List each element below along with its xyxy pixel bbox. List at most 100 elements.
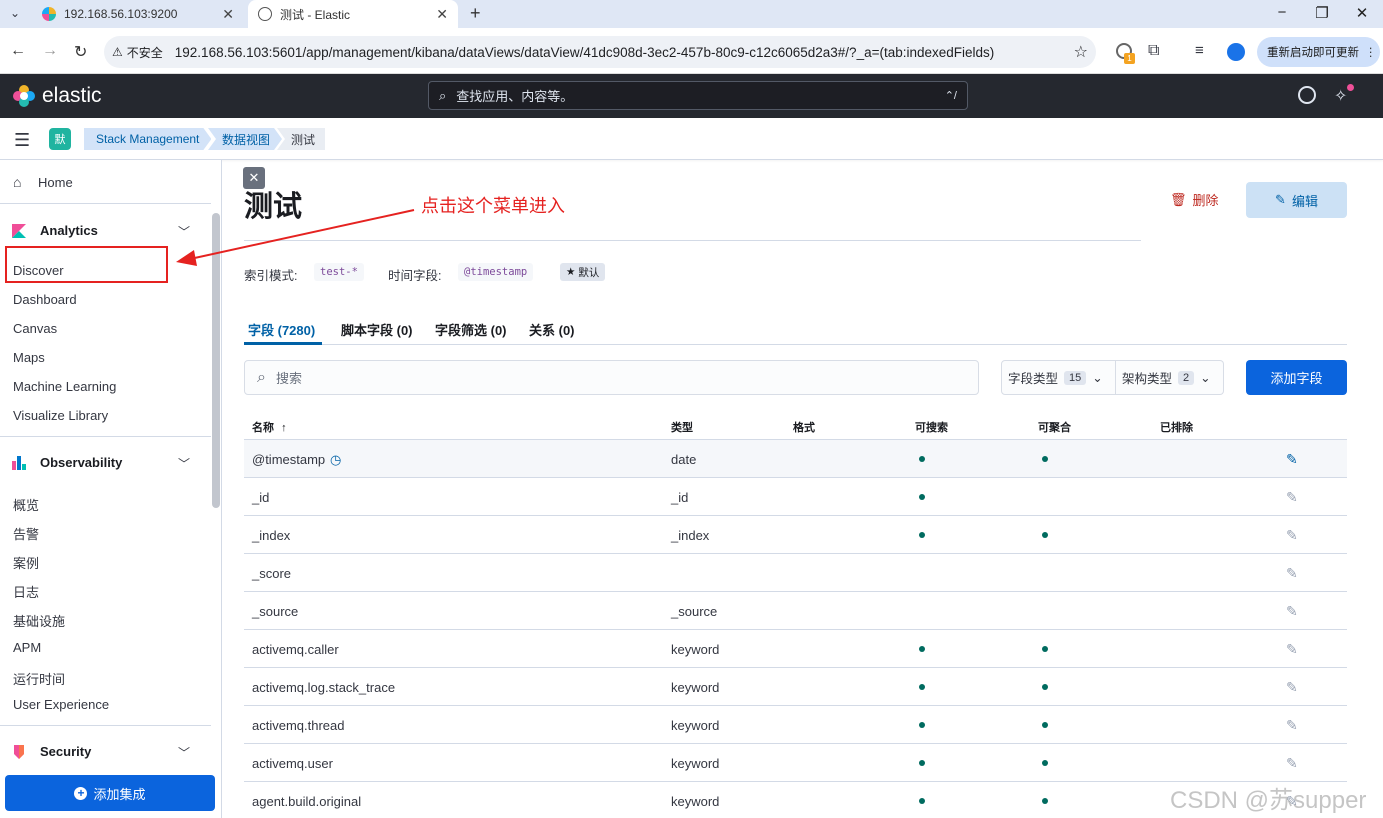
trash-icon: 🗑 [1170,191,1187,207]
star-icon: ★ [566,266,576,278]
new-tab-icon[interactable]: + [470,3,481,24]
edit-field-pencil-icon[interactable]: ✎ [1286,679,1298,696]
browser-tab-1[interactable]: 192.168.56.103:9200 ✕ [32,0,244,28]
space-avatar[interactable]: 默 [49,128,71,150]
nav-home[interactable]: Home [38,175,73,190]
annotation-text: 点击这个菜单进入 [421,196,565,216]
delete-button[interactable]: 🗑 删除 [1170,190,1219,209]
bookmark-star-icon[interactable]: ☆ [1074,42,1088,62]
url-text[interactable]: 192.168.56.103:5601/app/management/kiban… [175,45,995,60]
searchable-indicator [919,798,925,804]
tab-field-filters[interactable]: 字段筛选 (0) [435,320,507,339]
nav-item-alerts[interactable]: 告警 [13,524,39,543]
edit-button[interactable]: ✎ 编辑 [1246,182,1347,218]
nav-item-canvas[interactable]: Canvas [13,321,57,336]
clock-icon: ◷ [330,452,342,467]
column-header-format: 格式 [793,422,815,434]
nav-item-apm[interactable]: APM [13,640,41,655]
nav-item-overview[interactable]: 概览 [13,495,39,514]
tab-list-chevron-icon[interactable]: ⌄ [10,6,20,20]
media-control-icon[interactable]: ≡ [1195,42,1204,59]
field-type: keyword [671,680,720,695]
nav-item-maps[interactable]: Maps [13,350,45,365]
security-warning[interactable]: ⚠ 不安全 [112,44,163,61]
browser-tab-title: 测试 - Elastic [280,7,351,22]
elastic-logo[interactable]: elastic [12,84,102,108]
back-icon[interactable]: ← [10,42,26,60]
schema-type-filter[interactable]: 架构类型 2 ⌄ [1116,360,1224,395]
field-name: agent.build.original [252,794,362,809]
breadcrumb-data-views[interactable]: 数据视图 [208,128,282,150]
puzzle-icon[interactable]: ⧉ [1148,42,1159,60]
edit-field-pencil-icon[interactable]: ✎ [1286,641,1298,658]
add-integration-button[interactable]: + 添加集成 [5,775,215,811]
table-row: activemq.thread keyword ✎ [244,706,1347,744]
update-browser-button[interactable]: 重新启动即可更新 ⋮ [1257,37,1380,67]
nav-section-security[interactable]: Security [12,744,91,759]
default-badge-label: 默认 [578,266,600,279]
warning-icon: ⚠ [112,45,123,59]
field-name: activemq.log.stack_trace [252,680,396,695]
url-bar[interactable]: ⚠ 不安全 192.168.56.103:5601/app/management/… [104,36,1096,68]
browser-tab-2[interactable]: 测试 - Elastic ✕ [248,0,458,28]
globe-favicon-icon [258,7,272,21]
chevron-down-icon[interactable]: ﹀ [178,223,190,240]
edit-field-pencil-icon[interactable]: ✎ [1286,565,1298,582]
nav-section-analytics[interactable]: Analytics [12,223,98,238]
table-row: activemq.caller keyword ✎ [244,630,1347,668]
edit-field-pencil-icon[interactable]: ✎ [1286,451,1298,468]
highlight-box [5,246,168,283]
field-search-input[interactable]: ⌕ 搜索 [244,360,979,395]
menu-toggle-icon[interactable]: ☰ [14,130,30,151]
nav-item-dashboard[interactable]: Dashboard [13,292,77,307]
news-feed-icon[interactable]: ✧ [1334,86,1347,106]
table-row: _source _source ✎ [244,592,1347,630]
help-icon[interactable] [1298,86,1316,104]
chevron-down-icon[interactable]: ﹀ [178,455,190,472]
column-header-name[interactable]: 名称 ↑ [252,419,287,435]
sidebar-scrollbar[interactable] [212,213,220,508]
global-search[interactable]: ⌕ 查找应用、内容等。 ⌃/ [428,81,968,110]
tab-relationships[interactable]: 关系 (0) [529,320,575,339]
time-field-label: 时间字段: [388,269,442,283]
profile-avatar-icon[interactable] [1227,43,1245,61]
tab-scripted-fields[interactable]: 脚本字段 (0) [341,320,413,339]
edit-field-pencil-icon[interactable]: ✎ [1286,717,1298,734]
edit-label: 编辑 [1291,193,1318,209]
elastic-cluster-icon [13,85,35,107]
close-tab-icon[interactable]: ✕ [222,6,234,23]
searchable-indicator [919,760,925,766]
tab-fields[interactable]: 字段 (7280) [248,320,315,339]
edit-field-pencil-icon[interactable]: ✎ [1286,603,1298,620]
breadcrumb-stack-management[interactable]: Stack Management [84,128,211,150]
nav-item-logs[interactable]: 日志 [13,582,39,601]
window-close-icon[interactable]: ✕ [1352,4,1372,22]
field-type: keyword [671,756,720,771]
nav-item-uptime[interactable]: 运行时间 [13,669,65,688]
searchable-indicator [919,646,925,652]
nav-item-visualize-library[interactable]: Visualize Library [13,408,108,423]
restore-icon[interactable]: ❐ [1312,4,1332,22]
nav-item-machine-learning[interactable]: Machine Learning [13,379,116,394]
column-header-aggregatable: 可聚合 [1038,422,1071,434]
edit-field-pencil-icon[interactable]: ✎ [1286,527,1298,544]
close-tab-icon[interactable]: ✕ [436,6,448,23]
edit-field-pencil-icon[interactable]: ✎ [1286,489,1298,506]
minimize-icon[interactable]: − [1272,4,1292,21]
nav-item-infrastructure[interactable]: 基础设施 [13,611,65,630]
field-type: keyword [671,794,720,809]
add-field-button[interactable]: 添加字段 [1246,360,1347,395]
searchable-indicator [919,684,925,690]
more-vert-icon[interactable]: ⋮ [1365,45,1377,59]
edit-field-pencil-icon[interactable]: ✎ [1286,755,1298,772]
chevron-down-icon[interactable]: ﹀ [178,744,190,761]
nav-item-cases[interactable]: 案例 [13,553,39,572]
reload-icon[interactable]: ↻ [74,42,87,62]
nav-item-user-experience[interactable]: User Experience [13,697,109,712]
nav-section-observability[interactable]: Observability [12,455,122,470]
forward-icon[interactable]: → [42,42,58,60]
field-name: _id [252,490,270,505]
field-type-filter[interactable]: 字段类型 15 ⌄ [1001,360,1116,395]
plus-circle-icon: + [74,786,88,800]
nav-divider [0,725,211,726]
